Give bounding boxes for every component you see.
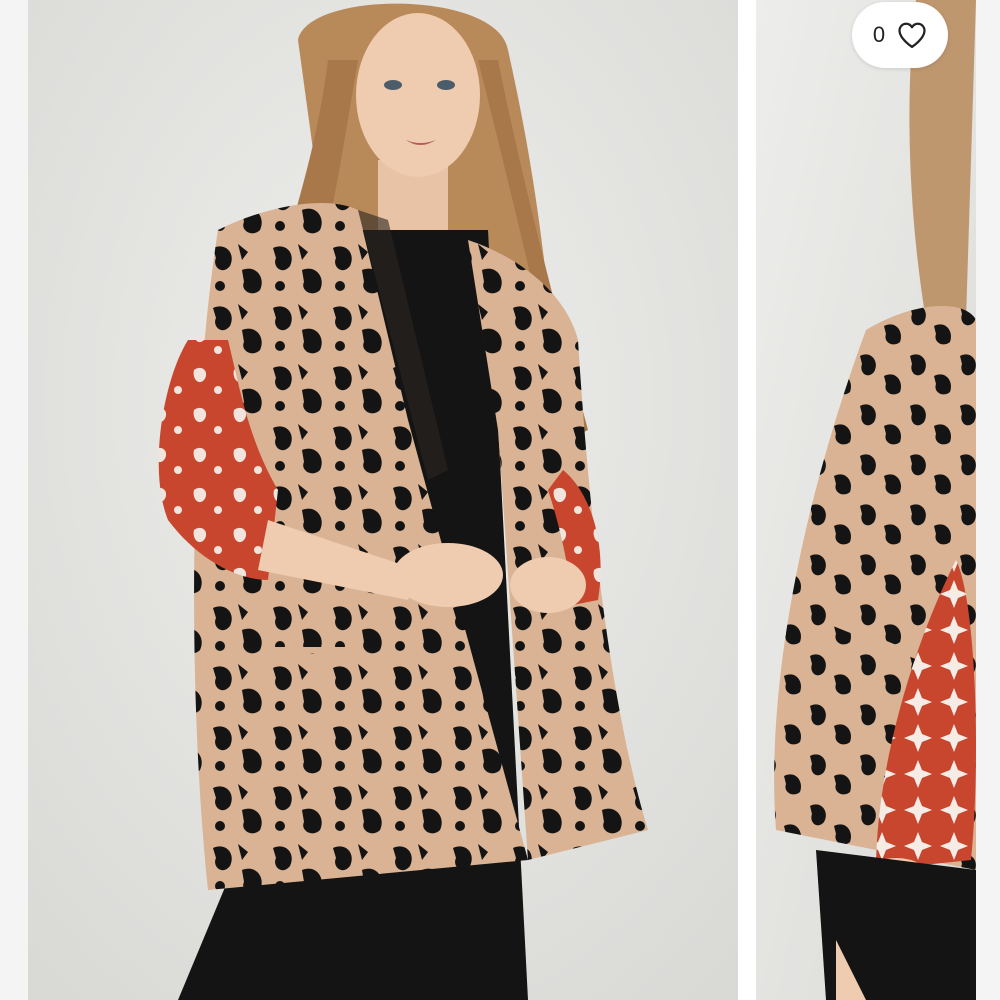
heart-outline-icon <box>897 21 927 49</box>
like-count: 0 <box>872 22 886 47</box>
like-button[interactable]: 0 <box>852 2 948 68</box>
previous-photo-edge[interactable] <box>0 0 28 1000</box>
listing-photo-viewer: 0 <box>0 0 1000 1000</box>
listing-photo-second[interactable] <box>756 0 976 1000</box>
cardigan-model-side-image <box>756 0 976 1000</box>
cardigan-model-front-image <box>28 0 738 1000</box>
listing-photo-main[interactable] <box>28 0 738 1000</box>
photo-divider <box>738 0 756 1000</box>
next-photo-edge[interactable] <box>976 0 1000 1000</box>
